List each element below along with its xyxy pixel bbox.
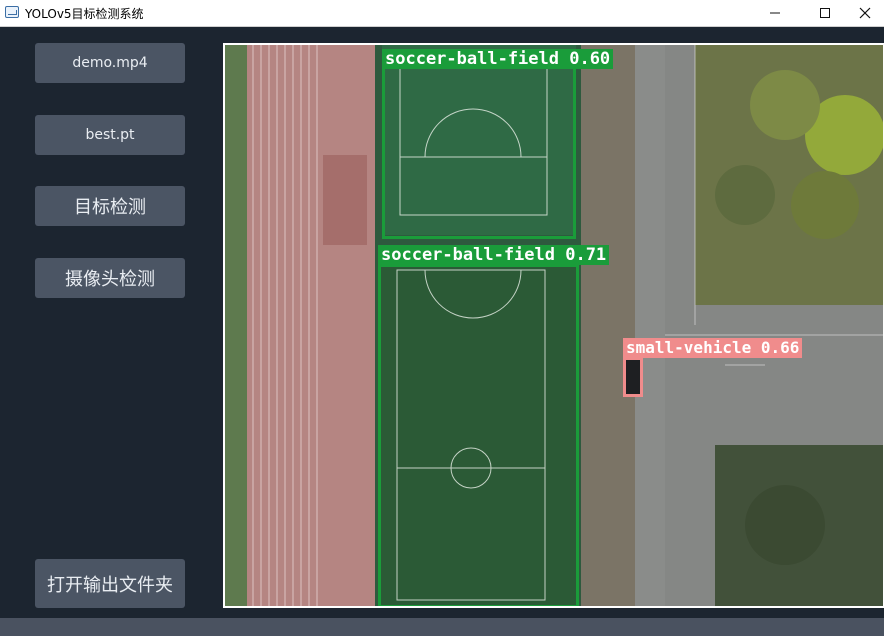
status-bar [0,618,884,636]
minimize-icon [770,12,780,14]
detection-label: small-vehicle 0.66 [623,338,803,358]
detection-label: soccer-ball-field 0.71 [378,245,610,265]
object-detection-button[interactable]: 目标检测 [35,186,185,226]
detection-box-small-vehicle: small-vehicle 0.66 [623,338,803,397]
minimize-button[interactable] [752,0,798,26]
maximize-button[interactable] [802,0,848,26]
detection-box-soccer-field-2: soccer-ball-field 0.71 [378,245,610,606]
window-title: YOLOv5目标检测系统 [25,7,144,21]
app-icon [5,6,19,18]
close-icon [859,7,871,19]
maximize-icon [820,8,830,18]
camera-detection-button[interactable]: 摄像头检测 [35,258,185,298]
select-video-button[interactable]: demo.mp4 [35,43,185,83]
title-bar: YOLOv5目标检测系统 [0,0,884,27]
detection-label: soccer-ball-field 0.60 [382,49,614,69]
select-weights-button[interactable]: best.pt [35,115,185,155]
close-button[interactable] [846,0,884,26]
open-output-folder-button[interactable]: 打开输出文件夹 [35,559,185,608]
detection-viewer: soccer-ball-field 0.60 soccer-ball-field… [223,43,884,608]
detection-box-soccer-field-1: soccer-ball-field 0.60 [382,49,614,239]
